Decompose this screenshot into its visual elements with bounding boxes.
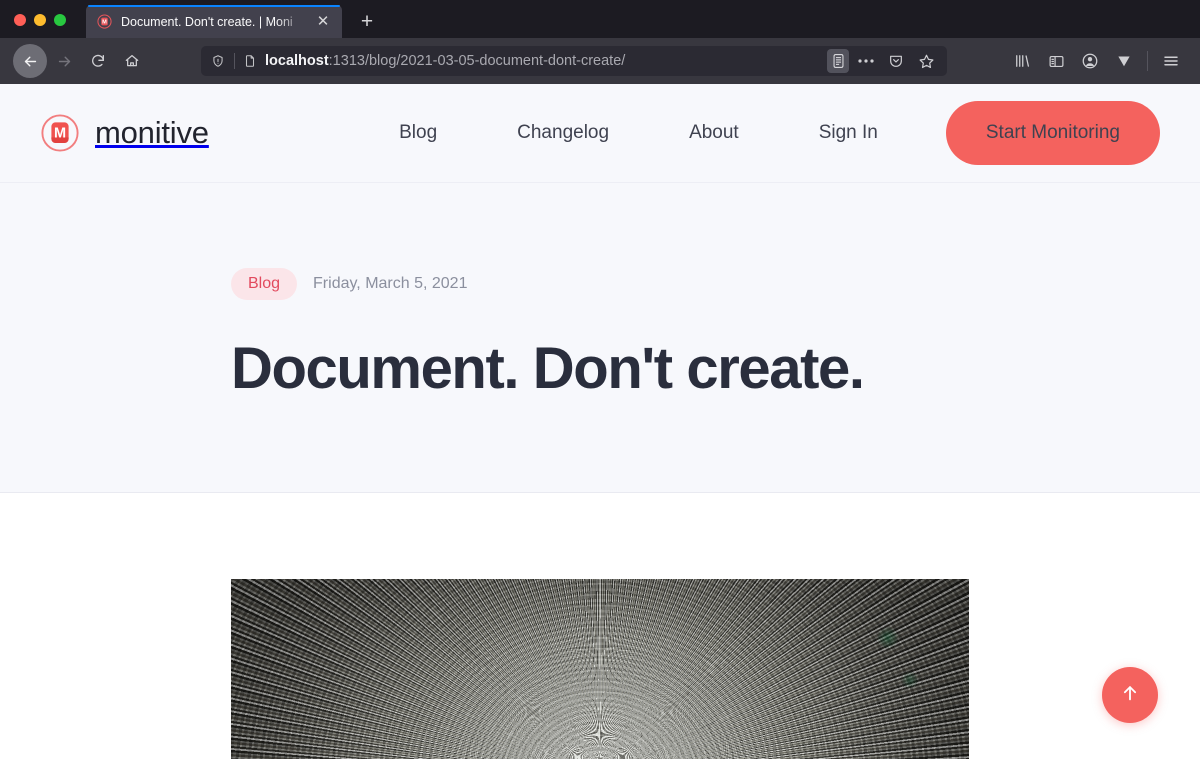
browser-tab-active[interactable]: M Document. Don't create. | Moni ✕ [86,5,342,38]
start-monitoring-button[interactable]: Start Monitoring [945,101,1160,165]
brand-name: monitive [95,115,209,150]
address-bar-divider [234,53,235,69]
browser-toolbar: localhost:1313/blog/2021-03-05-document-… [0,38,1200,84]
hero-image-vignette [231,579,969,759]
sidebar-icon[interactable] [1039,45,1073,77]
url-path: :1313/blog/2021-03-05-document-dont-crea… [328,53,626,69]
address-bar-actions [851,47,941,75]
home-button[interactable] [115,44,149,78]
monitive-logo-icon: M [40,113,80,153]
address-bar[interactable]: localhost:1313/blog/2021-03-05-document-… [201,46,947,76]
reader-view-icon[interactable] [827,49,849,73]
reload-button[interactable] [81,44,115,78]
arrow-up-icon [1119,682,1141,709]
forward-button[interactable] [47,44,81,78]
site-header: M monitive Blog Changelog About Sign In … [0,84,1200,183]
scroll-to-top-button[interactable] [1102,667,1158,723]
nav-item-blog[interactable]: Blog [359,122,477,144]
url-host: localhost [265,53,329,69]
browser-tab-strip: M Document. Don't create. | Moni ✕ + [0,0,1200,38]
post-meta: Blog Friday, March 5, 2021 [231,268,970,300]
nav-item-changelog[interactable]: Changelog [477,122,649,144]
brand-logo-link[interactable]: M monitive [40,113,209,153]
svg-text:M: M [54,126,66,142]
account-icon[interactable] [1073,45,1107,77]
web-page-content: M monitive Blog Changelog About Sign In … [0,84,1200,759]
nav-item-sign-in[interactable]: Sign In [779,122,918,144]
library-icon[interactable] [1005,45,1039,77]
svg-text:M: M [102,19,107,25]
downloads-arrow-icon[interactable] [1107,45,1141,77]
bookmark-star-icon[interactable] [911,47,941,75]
toolbar-divider [1147,51,1148,71]
browser-toolbar-right [1005,45,1192,77]
tracking-protection-shield-icon[interactable] [209,52,227,70]
browser-window: M Document. Don't create. | Moni ✕ + loc… [0,0,1200,759]
window-traffic-lights [0,14,80,38]
close-tab-button[interactable]: ✕ [312,11,334,33]
minimize-window-button[interactable] [34,14,46,26]
nav-item-about[interactable]: About [649,122,779,144]
hamburger-menu-icon[interactable] [1154,45,1188,77]
close-window-button[interactable] [14,14,26,26]
post-body [0,493,1200,759]
monitive-favicon-icon: M [96,14,112,30]
post-hero-section: Blog Friday, March 5, 2021 Document. Don… [0,183,1200,493]
post-title: Document. Don't create. [231,336,865,401]
post-category-badge[interactable]: Blog [231,268,298,300]
page-actions-ellipsis-icon[interactable] [851,47,881,75]
save-to-pocket-icon[interactable] [881,47,911,75]
new-tab-button[interactable]: + [352,6,382,36]
back-button[interactable] [13,44,47,78]
site-nav: Blog Changelog About Sign In Start Monit… [359,101,1160,165]
address-bar-url[interactable]: localhost:1313/blog/2021-03-05-document-… [265,53,823,69]
maximize-window-button[interactable] [54,14,66,26]
post-hero-image [231,579,969,759]
browser-tab-title: Document. Don't create. | Moni [121,14,293,29]
page-icon [242,53,258,69]
post-date: Friday, March 5, 2021 [313,275,468,292]
